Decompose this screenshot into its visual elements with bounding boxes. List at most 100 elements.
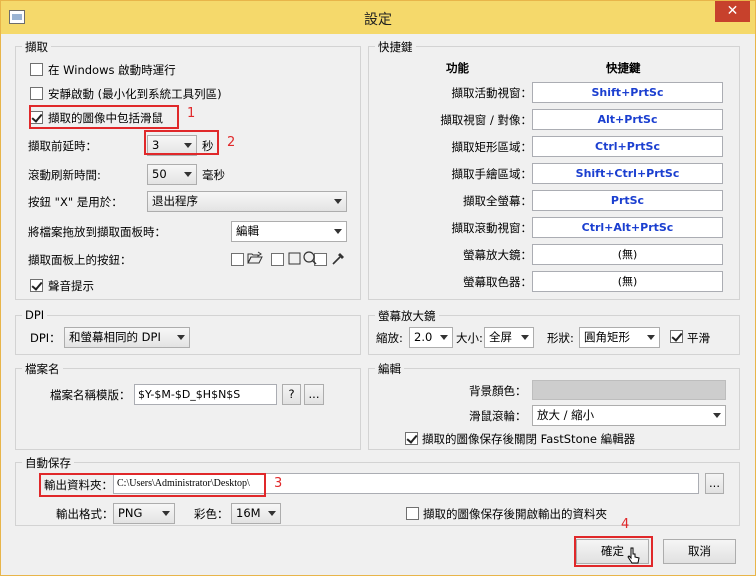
dpi-group-title: DPI <box>22 308 48 322</box>
capture-group-title: 擷取 <box>22 39 51 55</box>
scroll-refresh-select[interactable]: 50 <box>147 164 197 185</box>
hotkey-label-fullscreen: 擷取全螢幕： <box>463 194 532 208</box>
chevron-down-icon <box>177 335 185 340</box>
annotation-number-4: 4 <box>621 517 630 532</box>
panel-rect-checkbox[interactable] <box>271 253 284 266</box>
annotation-number-2: 2 <box>227 135 236 150</box>
annotation-box-2 <box>144 130 219 155</box>
scroll-refresh-label: 滾動刷新時間: <box>28 168 101 182</box>
chevron-down-icon <box>184 172 192 177</box>
wheel-value: 放大 / 縮小 <box>537 408 595 422</box>
size-value: 全屏 <box>489 330 512 344</box>
dpi-select[interactable]: 和螢幕相同的 DPI <box>64 327 190 348</box>
chevron-down-icon <box>268 511 276 516</box>
silent-start-label: 安靜啟動 (最小化到系統工具列區) <box>48 87 222 101</box>
hotkeys-group-title: 快捷鍵 <box>375 39 416 55</box>
output-folder-browse-button[interactable]: ... <box>705 473 724 494</box>
shape-value: 圓角矩形 <box>584 330 630 344</box>
run-on-startup-checkbox[interactable] <box>30 63 43 76</box>
x-button-value: 退出程序 <box>152 194 198 208</box>
drag-drop-select[interactable]: 編輯 <box>231 221 347 242</box>
silent-start-checkbox[interactable] <box>30 87 43 100</box>
dpi-label: DPI： <box>30 331 61 345</box>
hotkey-window-object[interactable]: Alt+PrtSc <box>532 109 723 130</box>
size-select[interactable]: 全屏 <box>484 327 534 348</box>
filename-more-button[interactable]: ... <box>304 384 324 405</box>
bg-color-swatch[interactable] <box>532 380 726 400</box>
capture-group: 擷取 在 Windows 啟動時運行 安靜啟動 (最小化到系統工具列區) 擷取的… <box>15 39 361 300</box>
zoom-select[interactable]: 2.0 <box>409 327 453 348</box>
magnifier-group-title: 螢幕放大鏡 <box>375 308 439 324</box>
color-depth-select[interactable]: 16M <box>231 503 281 524</box>
sound-checkbox[interactable] <box>30 279 43 292</box>
editor-group: 編輯 背景顏色： 滑鼠滾輪： 放大 / 縮小 擷取的圖像保存後關閉 FastSt… <box>368 361 740 450</box>
output-format-value: PNG <box>118 506 143 520</box>
chevron-down-icon <box>334 229 342 234</box>
color-depth-value: 16M <box>236 506 261 520</box>
filename-template-label: 檔案名稱模版： <box>50 388 131 402</box>
open-folder-label: 擷取的圖像保存後開啟輸出的資料夾 <box>423 507 607 521</box>
hotkey-label-window-object: 擷取視窗 / 對像： <box>440 113 532 127</box>
chevron-down-icon <box>334 199 342 204</box>
panel-open-checkbox[interactable] <box>231 253 244 266</box>
drag-drop-value: 編輯 <box>236 224 259 238</box>
output-format-select[interactable]: PNG <box>113 503 175 524</box>
scroll-refresh-unit: 毫秒 <box>202 168 225 182</box>
hotkey-label-scrolling: 擷取滾動視窗： <box>451 221 533 235</box>
hotkeys-column-function: 功能 <box>446 61 469 75</box>
smooth-checkbox[interactable] <box>670 330 683 343</box>
wheel-select[interactable]: 放大 / 縮小 <box>532 405 726 426</box>
close-editor-checkbox[interactable] <box>405 432 418 445</box>
chevron-down-icon <box>521 335 529 340</box>
window-title: 設定 <box>364 12 392 28</box>
cancel-button[interactable]: 取消 <box>663 539 736 564</box>
open-folder-icon <box>247 251 263 264</box>
run-on-startup-label: 在 Windows 啟動時運行 <box>48 63 176 77</box>
hotkey-active-window[interactable]: Shift+PrtSc <box>532 82 723 103</box>
filename-template-input[interactable]: $Y-$M-$D_$H$N$S <box>134 384 277 405</box>
dpi-value: 和螢幕相同的 DPI <box>69 330 161 344</box>
hotkey-rectangle[interactable]: Ctrl+PrtSc <box>532 136 723 157</box>
hotkey-magnifier[interactable]: (無) <box>532 244 723 265</box>
zoom-label: 縮放: <box>376 331 403 345</box>
hotkey-color-picker[interactable]: (無) <box>532 271 723 292</box>
hotkey-label-color-picker: 螢幕取色器： <box>463 275 532 289</box>
x-button-select[interactable]: 退出程序 <box>147 191 347 212</box>
rectangle-icon <box>288 252 301 265</box>
chevron-down-icon <box>713 413 721 418</box>
settings-window: 設定 ✕ 擷取 在 Windows 啟動時運行 安靜啟動 (最小化到系統工具列區… <box>0 0 756 576</box>
chevron-down-icon <box>162 511 170 516</box>
color-depth-label: 彩色： <box>194 507 229 521</box>
dpi-group: DPI DPI： 和螢幕相同的 DPI <box>15 308 361 355</box>
wheel-label: 滑鼠滾輪： <box>469 409 527 423</box>
dialog-body: 擷取 在 Windows 啟動時運行 安靜啟動 (最小化到系統工具列區) 擷取的… <box>9 34 748 571</box>
hotkey-label-freehand: 擷取手繪區域： <box>451 167 533 181</box>
hotkey-scrolling[interactable]: Ctrl+Alt+PrtSc <box>532 217 723 238</box>
annotation-box-3 <box>39 473 266 497</box>
zoom-value: 2.0 <box>414 330 433 344</box>
editor-group-title: 編輯 <box>375 361 404 377</box>
chevron-down-icon <box>647 335 655 340</box>
hotkeys-column-key: 快捷鍵 <box>606 61 641 75</box>
chevron-down-icon <box>440 335 448 340</box>
dropper-icon <box>332 253 344 265</box>
hotkey-label-magnifier: 螢幕放大鏡： <box>463 248 532 262</box>
annotation-number-1: 1 <box>187 106 196 121</box>
annotation-box-4 <box>574 536 653 567</box>
panel-buttons-label: 擷取面板上的按鈕： <box>28 253 132 267</box>
close-editor-label: 擷取的圖像保存後關閉 FastStone 編輯器 <box>422 432 636 446</box>
bg-color-label: 背景顏色： <box>469 384 527 398</box>
open-folder-checkbox[interactable] <box>406 507 419 520</box>
drag-drop-label: 將檔案拖放到擷取面板時： <box>28 225 166 239</box>
sound-label: 聲音提示 <box>48 279 94 293</box>
magnifier-icon <box>303 251 317 265</box>
hotkey-label-active-window: 擷取活動視窗： <box>451 86 533 100</box>
hotkey-freehand[interactable]: Shift+Ctrl+PrtSc <box>532 163 723 184</box>
shape-select[interactable]: 圓角矩形 <box>579 327 660 348</box>
x-button-label: 按鈕 "X" 是用於： <box>28 195 123 209</box>
filename-help-button[interactable]: ? <box>282 384 301 405</box>
size-label: 大小: <box>456 331 483 345</box>
close-icon[interactable]: ✕ <box>715 1 750 22</box>
hotkey-fullscreen[interactable]: PrtSc <box>532 190 723 211</box>
filename-group-title: 檔案名 <box>22 361 63 377</box>
